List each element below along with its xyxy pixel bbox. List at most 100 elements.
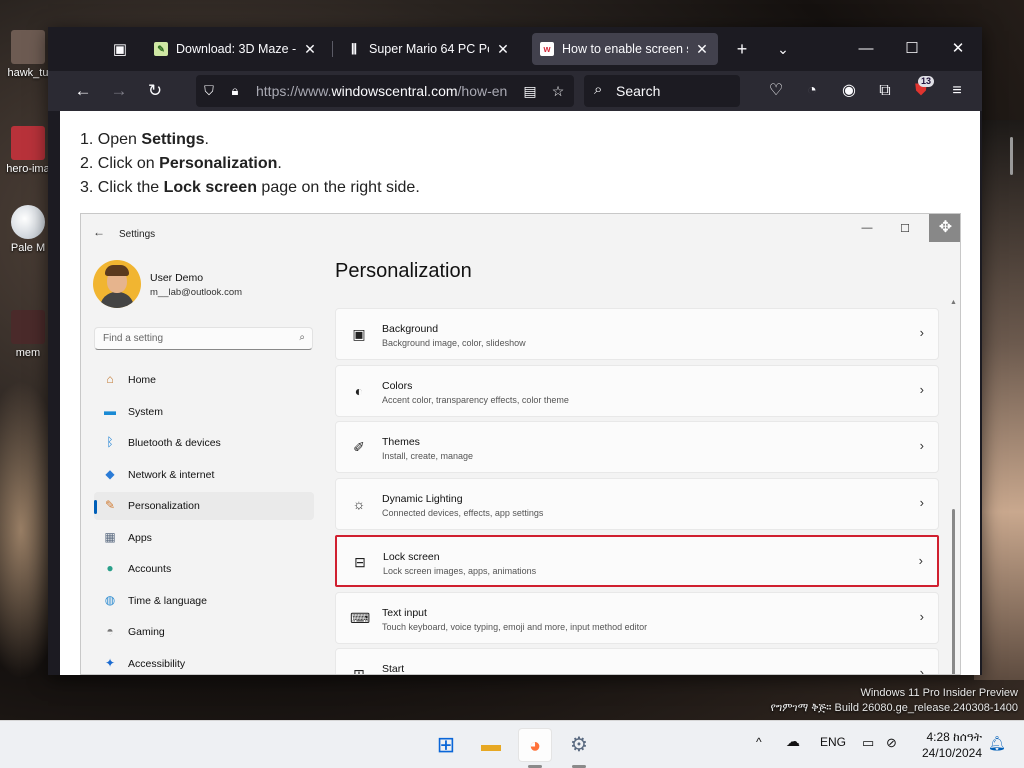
list-all-tabs-icon[interactable]: ⌄ [770, 37, 796, 61]
display-icon[interactable]: ▭ [862, 735, 874, 751]
url-bar[interactable]: ⛉ 🔒︎ https://www.windowscentral.com/how-… [196, 75, 574, 107]
tab-overview-icon[interactable]: ▣ [108, 38, 132, 62]
bookmark-star-icon[interactable]: ☆ [548, 82, 568, 100]
gaming-icon: ◓ [106, 624, 114, 638]
desktop-icon-hawk[interactable]: hawk_tu [2, 30, 54, 79]
desktop-icon-pale-moon[interactable]: Pale M [2, 205, 54, 254]
watermark-line: Windows 11 Pro Insider Preview [860, 687, 1018, 699]
settings-window-title: Settings [119, 229, 156, 240]
close-icon[interactable]: ✕ [302, 41, 318, 58]
clock[interactable]: 4:28 ከሰዓት 24/10/2024 [910, 729, 982, 761]
firefox-icon[interactable]: ◕ [518, 728, 552, 762]
user-name: User Demo [150, 272, 204, 284]
file-explorer-icon[interactable]: ▬ [474, 728, 508, 762]
reload-icon[interactable]: ↻ [142, 79, 168, 103]
settings-gear-icon[interactable]: ⚙ [562, 728, 596, 762]
pocket-icon[interactable]: ♡ [763, 79, 789, 103]
home-icon: ⌂ [106, 372, 114, 386]
nav-item-apps: ▦ Apps [94, 524, 314, 552]
desktop-icon-mem[interactable]: mem [2, 310, 54, 359]
start-icon: ⊞ [353, 666, 365, 675]
extensions-icon[interactable]: ⧉ [872, 79, 898, 103]
tab-3d-maze[interactable]: ✎ Download: 3D Maze - Scr ✕ [146, 33, 326, 65]
step-text: . [204, 131, 209, 148]
minimize-icon[interactable]: — [846, 34, 886, 64]
tab-separator [332, 41, 333, 57]
nav-item-accessibility: ✦ Accessibility [94, 650, 314, 675]
close-icon[interactable]: ✕ [495, 41, 511, 58]
nav-item-personalization: ✎ Personalization [94, 492, 314, 520]
move-icon: ✥ [929, 214, 960, 242]
page-scrollbar[interactable] [1010, 137, 1013, 175]
tab-windows-central[interactable]: w How to enable screen sav ✕ [532, 33, 718, 65]
brush-icon: ✎ [104, 498, 116, 512]
settings-card-dynamic-lighting: ☼ Dynamic Lighting Connected devices, effe… [335, 478, 939, 531]
notification-bell-icon[interactable]: 🔔︎ [988, 735, 1006, 752]
tab-super-mario[interactable]: ⫼ Super Mario 64 PC Ports ✕ [339, 33, 519, 65]
card-subtitle: Lock screen images, apps, animations [383, 565, 537, 576]
card-title: Background [382, 323, 439, 335]
nav-item-accounts: ● Accounts [94, 555, 314, 583]
minimize-icon: — [861, 222, 873, 234]
selected-indicator [94, 500, 97, 514]
user-email: m__lab@outlook.com [150, 287, 243, 298]
volume-muted-icon[interactable]: ⊘ [886, 735, 897, 751]
desktop-icon-thumb [11, 30, 45, 64]
system-icon: ▬ [104, 403, 116, 418]
url-text[interactable]: https://www.windowscentral.com/how-en [256, 83, 516, 99]
menu-icon[interactable]: ≡ [944, 79, 970, 103]
scroll-up-icon: ▲ [950, 299, 957, 306]
url-path: /how-en [457, 83, 508, 99]
shield-icon[interactable]: ⛉ [200, 82, 218, 100]
url-domain: windowscentral.com [331, 83, 458, 99]
firefox-view-icon[interactable]: ◔ [799, 79, 825, 103]
nav-item-label: Network & internet [128, 468, 215, 481]
page-content: 1. Open Settings. 2. Click on Personaliz… [60, 111, 980, 675]
nav-item-label: System [128, 405, 164, 418]
step-num: 2. [80, 155, 98, 172]
new-tab-icon[interactable]: + [729, 37, 755, 61]
reader-view-icon[interactable]: ▤ [520, 82, 540, 100]
palette-icon: ◐ [354, 382, 364, 399]
search-label: Search [616, 83, 661, 99]
show-hidden-icons-icon[interactable]: ^ [756, 735, 762, 749]
maximize-icon[interactable]: ☐ [892, 34, 932, 64]
nav-item-label: Apps [128, 531, 152, 544]
network-offline-icon[interactable]: ☁ [786, 733, 800, 750]
search-bar[interactable]: ⌕ Search [584, 75, 740, 107]
account-icon[interactable]: ◉ [836, 79, 862, 103]
step-emphasis: Settings [141, 131, 205, 148]
window-close-icon[interactable]: ✕ [938, 34, 978, 64]
find-setting-placeholder: Find a setting [103, 333, 164, 344]
avatar-body [100, 292, 134, 308]
start-icon[interactable]: ⊞ [429, 728, 463, 762]
tab-strip: ▣ ✎ Download: 3D Maze - Scr ✕ ⫼ Super Ma… [48, 27, 982, 71]
card-title: Text input [382, 606, 427, 619]
close-icon[interactable]: ✕ [694, 41, 710, 58]
card-title: Dynamic Lighting [382, 493, 463, 506]
maximize-icon: ☐ [900, 223, 910, 235]
step-2: 2. Click on Personalization. [80, 152, 420, 176]
desktop-icon-label: hawk_tu [7, 67, 49, 79]
chevron-right-icon: › [919, 608, 924, 624]
avatar [93, 260, 141, 308]
taskbar: ⊞ ▬ ◕ ⚙ ^ ☁ ENG ▭ ⊘ 4:28 ከሰዓት 24/10/2024… [0, 720, 1024, 768]
step-1: 1. Open Settings. [80, 128, 420, 152]
lock-icon[interactable]: 🔒︎ [226, 82, 244, 100]
scrollbar-thumb [952, 509, 955, 674]
card-subtitle: Background image, color, slideshow [382, 338, 526, 348]
forward-icon[interactable]: → [106, 79, 132, 103]
step-emphasis: Personalization [159, 155, 278, 172]
chevron-right-icon: › [919, 495, 924, 511]
step-text: Click the [97, 179, 164, 196]
card-subtitle: Accent color, transparency effects, colo… [382, 394, 569, 405]
step-text: Click on [97, 155, 160, 172]
columns-icon: ⫼ [351, 42, 357, 56]
desktop-icon-hero-image[interactable]: hero-ima [2, 126, 54, 175]
language-indicator[interactable]: ENG [820, 735, 846, 749]
card-subtitle: Touch keyboard, voice typing, emoji and … [382, 621, 648, 632]
step-3: 3. Click the Lock screen page on the rig… [80, 176, 420, 200]
back-icon[interactable]: ← [70, 79, 96, 103]
globe-icon: ◍ [104, 592, 116, 607]
lighting-icon: ☼ [352, 496, 366, 513]
